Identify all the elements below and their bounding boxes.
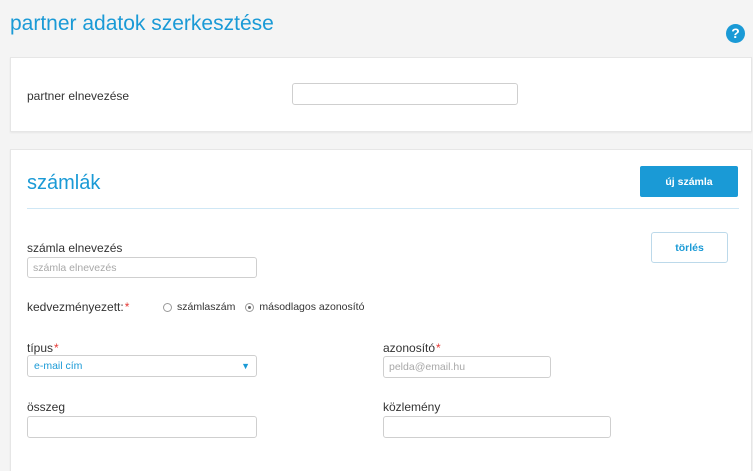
radio-option-secondary-id[interactable]: másodlagos azonosító <box>245 301 364 313</box>
radio-secondary-id[interactable] <box>245 302 255 312</box>
radio-option-account-number[interactable]: számlaszám <box>163 301 235 313</box>
type-label-text: típus <box>27 341 54 355</box>
page-title: partner adatok szerkesztése <box>10 12 274 35</box>
account-name-label: számla elnevezés <box>27 241 123 255</box>
partner-name-input[interactable] <box>292 83 518 105</box>
required-marker: * <box>124 300 130 314</box>
identifier-label-text: azonosító <box>383 341 436 355</box>
radio-secondary-id-label: másodlagos azonosító <box>259 301 365 313</box>
radio-account-number[interactable] <box>163 302 172 312</box>
delete-button[interactable]: törlés <box>651 232 728 263</box>
beneficiary-label-text: kedvezményezett: <box>27 300 124 314</box>
partner-name-label: partner elnevezése <box>27 89 130 103</box>
type-select[interactable]: e-mail cím ▼ <box>27 355 257 377</box>
type-label: típus* <box>27 341 59 355</box>
memo-input[interactable] <box>383 416 611 438</box>
help-icon[interactable]: ? <box>726 24 745 43</box>
radio-account-number-label: számlaszám <box>177 301 236 313</box>
type-select-value: e-mail cím <box>34 360 83 372</box>
account-name-input[interactable] <box>27 257 257 278</box>
amount-label: összeg <box>27 400 66 414</box>
required-marker: * <box>54 341 59 355</box>
beneficiary-radio-group: számlaszám másodlagos azonosító <box>163 301 374 313</box>
beneficiary-label: kedvezményezett:* <box>27 300 129 314</box>
identifier-label: azonosító* <box>383 341 441 355</box>
partner-card: partner elnevezése <box>10 57 752 132</box>
accounts-title: számlák <box>27 172 101 194</box>
accounts-card: számlák új számla számla elnevezés törlé… <box>10 149 752 471</box>
memo-label: közlemény <box>383 400 441 414</box>
amount-input[interactable] <box>27 416 257 438</box>
section-divider <box>27 208 739 209</box>
chevron-down-icon: ▼ <box>241 361 250 371</box>
new-account-button[interactable]: új számla <box>640 166 738 197</box>
required-marker: * <box>436 341 441 355</box>
identifier-input[interactable] <box>383 356 551 378</box>
